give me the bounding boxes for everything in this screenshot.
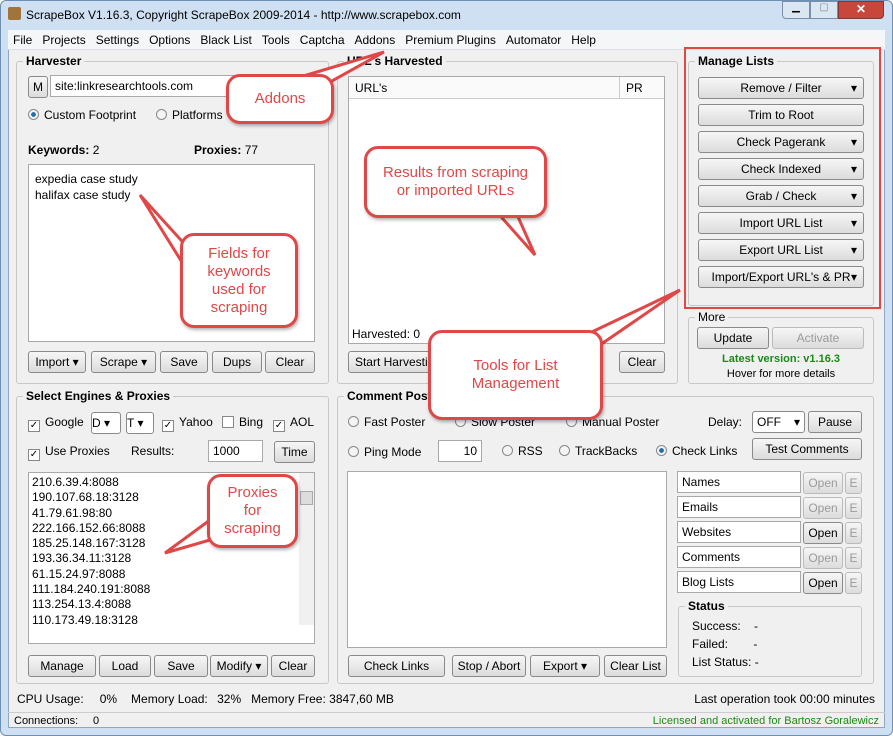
callout-keywords: Fields for keywords used for scraping	[180, 233, 298, 328]
callout-addons: Addons	[226, 74, 334, 124]
callout-proxies: Proxies for scraping	[207, 474, 298, 548]
callout-tools: Tools for List Management	[428, 330, 603, 420]
pointer-proxies	[164, 517, 212, 555]
callout-results: Results from scraping or imported URLs	[364, 146, 547, 218]
